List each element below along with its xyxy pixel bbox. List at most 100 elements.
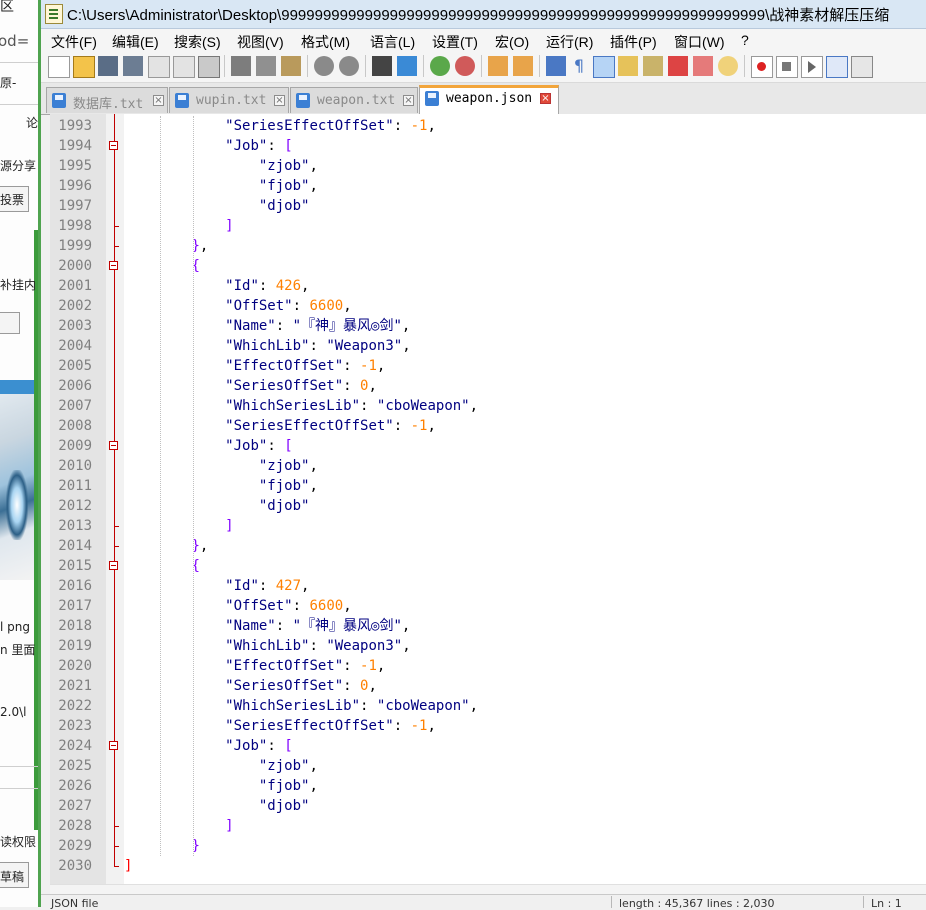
monitoring-icon[interactable] — [718, 56, 738, 76]
sync-v-icon[interactable] — [488, 56, 508, 76]
menu-macro[interactable]: 宏(O) — [495, 32, 529, 52]
code-editor[interactable]: 1993 1994 1995 1996 1997 1998 1999 2000 2001 2002… — [50, 114, 926, 894]
close-all-icon[interactable] — [173, 56, 195, 78]
menu-help[interactable]: ? — [741, 32, 749, 48]
code-line[interactable]: "djob" — [124, 196, 310, 216]
code-line[interactable]: "zjob", — [124, 456, 318, 476]
menu-plugins[interactable]: 插件(P) — [610, 32, 657, 52]
fold-margin[interactable] — [106, 114, 124, 894]
word-wrap-icon[interactable] — [546, 56, 566, 76]
menu-window[interactable]: 窗口(W) — [674, 32, 725, 52]
code-line[interactable]: "Job": [ — [124, 136, 292, 156]
menu-search[interactable]: 搜索(S) — [174, 32, 221, 52]
fold-toggle-icon[interactable] — [109, 561, 118, 570]
sync-h-icon[interactable] — [513, 56, 533, 76]
code-line[interactable]: ] — [124, 816, 233, 836]
code-line[interactable]: "WhichLib": "Weapon3", — [124, 636, 410, 656]
doc-map-icon[interactable] — [643, 56, 663, 76]
code-line[interactable]: "EffectOffSet": -1, — [124, 356, 385, 376]
menu-run[interactable]: 运行(R) — [546, 32, 593, 52]
menu-language[interactable]: 语言(L) — [370, 32, 415, 52]
indent-guide-icon[interactable] — [593, 56, 615, 78]
save-icon[interactable] — [98, 56, 118, 76]
code-line[interactable]: "fjob", — [124, 776, 318, 796]
find-icon[interactable] — [372, 56, 392, 76]
bg-dropdown[interactable] — [0, 312, 20, 334]
code-line[interactable]: "djob" — [124, 496, 310, 516]
menu-format[interactable]: 格式(M) — [301, 32, 350, 52]
paste-icon[interactable] — [281, 56, 301, 76]
fold-toggle-icon[interactable] — [109, 261, 118, 270]
run-macro-multiple-icon[interactable] — [826, 56, 848, 78]
record-macro-icon[interactable] — [751, 56, 773, 78]
cut-icon[interactable] — [231, 56, 251, 76]
code-line[interactable]: "SeriesOffSet": 0, — [124, 676, 377, 696]
code-line[interactable]: "SeriesEffectOffSet": -1, — [124, 116, 436, 136]
show-all-chars-icon[interactable]: ¶ — [569, 56, 589, 76]
stop-macro-icon[interactable] — [776, 56, 798, 78]
fold-toggle-icon[interactable] — [109, 141, 118, 150]
tab-database-txt[interactable]: 数据库.txt × — [46, 87, 168, 113]
code-line[interactable]: "OffSet": 6600, — [124, 596, 351, 616]
code-line[interactable]: "WhichSeriesLib": "cboWeapon", — [124, 396, 478, 416]
code-line[interactable]: "Job": [ — [124, 736, 292, 756]
close-tab-icon[interactable]: × — [403, 95, 414, 106]
code-line[interactable]: } — [124, 836, 199, 856]
fold-toggle-icon[interactable] — [109, 741, 118, 750]
code-line[interactable]: "zjob", — [124, 756, 318, 776]
new-file-icon[interactable] — [48, 56, 70, 78]
code-line[interactable]: "Name": "『神』暴风◎剑", — [124, 316, 410, 336]
folder-workspace-icon[interactable] — [693, 56, 713, 76]
close-tab-icon[interactable]: × — [274, 95, 285, 106]
menu-settings[interactable]: 设置(T) — [432, 32, 478, 52]
function-list-icon[interactable] — [668, 56, 688, 76]
code-line[interactable]: "djob" — [124, 796, 310, 816]
code-line[interactable]: "fjob", — [124, 176, 318, 196]
close-file-icon[interactable] — [148, 56, 170, 78]
play-macro-icon[interactable] — [801, 56, 823, 78]
fold-toggle-icon[interactable] — [109, 441, 118, 450]
code-line[interactable]: "EffectOffSet": -1, — [124, 656, 385, 676]
menu-view[interactable]: 视图(V) — [237, 32, 284, 52]
code-line[interactable]: "Job": [ — [124, 436, 292, 456]
close-tab-icon[interactable]: × — [540, 93, 551, 104]
code-line[interactable]: ] — [124, 856, 132, 876]
code-line[interactable]: "SeriesOffSet": 0, — [124, 376, 377, 396]
code-line[interactable]: "Id": 427, — [124, 576, 309, 596]
udl-icon[interactable] — [618, 56, 638, 76]
menu-edit[interactable]: 编辑(E) — [112, 32, 159, 52]
code-line[interactable]: "Id": 426, — [124, 276, 309, 296]
zoom-in-icon[interactable] — [430, 56, 450, 76]
code-line[interactable]: "WhichSeriesLib": "cboWeapon", — [124, 696, 478, 716]
tab-weapon-json[interactable]: weapon.json × — [419, 85, 559, 115]
code-line[interactable]: "zjob", — [124, 156, 318, 176]
code-line[interactable]: ] — [124, 216, 233, 236]
undo-icon[interactable] — [314, 56, 334, 76]
open-file-icon[interactable] — [73, 56, 95, 78]
print-icon[interactable] — [198, 56, 220, 78]
code-line[interactable]: "SeriesEffectOffSet": -1, — [124, 716, 436, 736]
title-bar[interactable]: C:\Users\Administrator\Desktop\999999999… — [41, 0, 926, 29]
code-line[interactable]: ] — [124, 516, 233, 536]
save-all-icon[interactable] — [123, 56, 143, 76]
code-line[interactable]: "SeriesEffectOffSet": -1, — [124, 416, 436, 436]
zoom-out-icon[interactable] — [455, 56, 475, 76]
code-line[interactable]: }, — [124, 236, 208, 256]
code-line[interactable]: "Name": "『神』暴风◎剑", — [124, 616, 410, 636]
menu-file[interactable]: 文件(F) — [51, 32, 97, 52]
code-line[interactable]: { — [124, 256, 199, 276]
code-line[interactable]: "OffSet": 6600, — [124, 296, 351, 316]
replace-icon[interactable] — [397, 56, 417, 76]
code-line[interactable]: "WhichLib": "Weapon3", — [124, 336, 410, 356]
save-macro-icon[interactable] — [851, 56, 873, 78]
bg-link[interactable]: 源分享 — [0, 157, 36, 174]
redo-icon[interactable] — [339, 56, 359, 76]
copy-icon[interactable] — [256, 56, 276, 76]
close-tab-icon[interactable]: × — [153, 95, 164, 106]
code-line[interactable]: }, — [124, 536, 208, 556]
code-line[interactable]: { — [124, 556, 199, 576]
tab-wupin-txt[interactable]: wupin.txt × — [169, 87, 289, 113]
code-line[interactable]: "fjob", — [124, 476, 318, 496]
tab-weapon-txt[interactable]: weapon.txt × — [290, 87, 418, 113]
code-area[interactable]: "SeriesEffectOffSet": -1, "Job": [ "zjob… — [124, 114, 926, 894]
